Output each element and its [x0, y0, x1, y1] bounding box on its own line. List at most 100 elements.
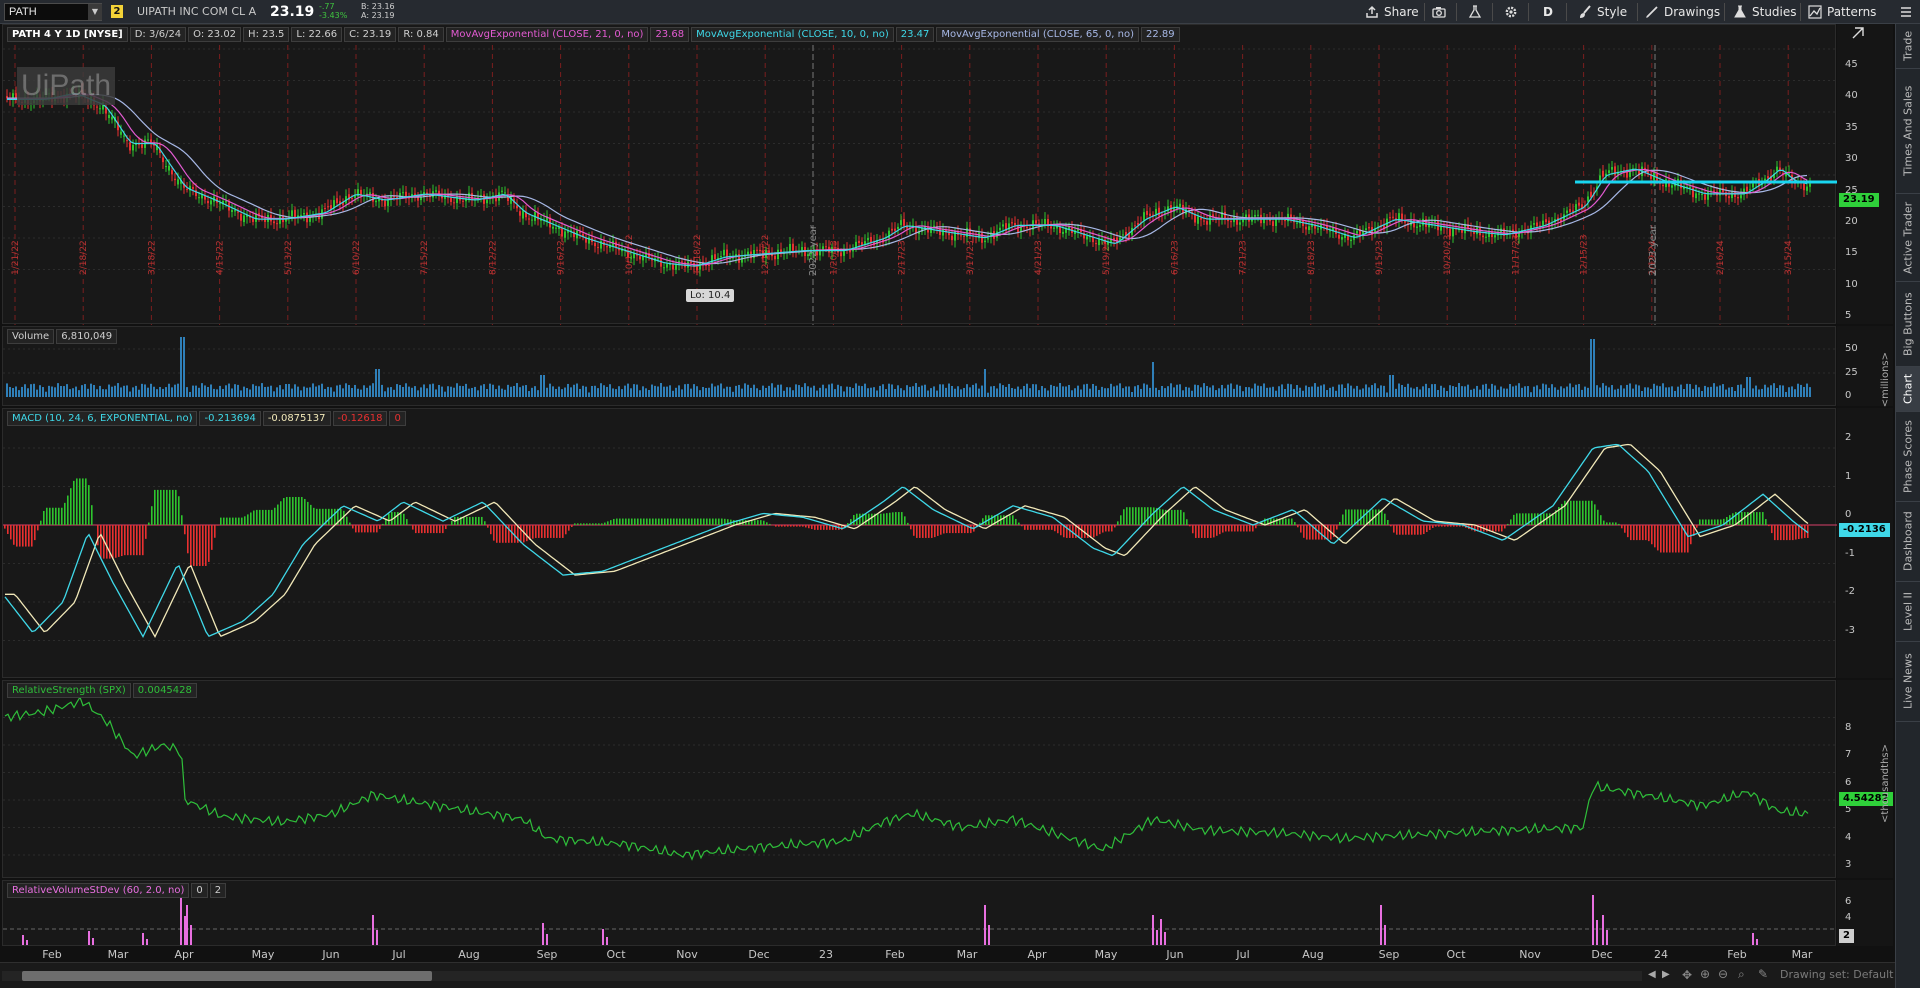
tab-active-trader[interactable]: Active Trader [1896, 194, 1920, 282]
relative-volume-pane[interactable]: RelativeVolumeStDev (60, 2.0, no) 0 2 [2, 880, 1837, 946]
volume-pane[interactable]: Volume 6,810,049 [2, 326, 1837, 406]
volume-bar [648, 390, 650, 397]
volume-bar [1596, 385, 1598, 397]
chart-area[interactable]: 1/21/22 2/18/22 3/18/22 4/15/22 5/13/22 6/10/… [0, 24, 1895, 962]
studies-button[interactable]: Studies [1733, 3, 1797, 21]
lab-button[interactable] [1468, 3, 1482, 21]
tab-level-ii[interactable]: Level II [1896, 582, 1920, 642]
macd-histogram-bar [793, 525, 795, 527]
price-axis[interactable]: 45 40 35 30 25 20 15 10 5 [1837, 24, 1893, 324]
macd-axis[interactable]: 2 1 0 -1 -2 -3 [1837, 408, 1893, 678]
candle-body [1230, 221, 1232, 223]
symbol-dropdown-icon[interactable]: ▼ [88, 4, 102, 20]
volume-bar [966, 384, 968, 397]
magnifier-icon[interactable]: ⌕ [1738, 967, 1745, 982]
snapshot-button[interactable] [1432, 3, 1446, 21]
volume-bar [504, 389, 506, 397]
volume-bar [1644, 387, 1646, 397]
rvs-label[interactable]: RelativeVolumeStDev (60, 2.0, no) [7, 883, 190, 898]
price-pane[interactable]: 1/21/22 2/18/22 3/18/22 4/15/22 5/13/22 6/10/… [2, 24, 1837, 325]
chart-title[interactable]: PATH 4 Y 1D [NYSE] [7, 27, 128, 42]
pencil-icon [1646, 6, 1658, 18]
patterns-button[interactable]: Patterns [1808, 3, 1876, 21]
link-group-badge[interactable]: 2 [111, 5, 123, 18]
axis-collapse-icon[interactable] [1851, 26, 1867, 40]
time-scrollbar[interactable] [2, 971, 1642, 981]
macd-histogram-bar [853, 515, 855, 525]
volume-bar [141, 383, 143, 397]
tab-trade[interactable]: Trade [1896, 24, 1920, 69]
tab-chart[interactable]: Chart [1896, 367, 1920, 412]
volume-bar [1272, 386, 1274, 397]
macd-pane[interactable]: MACD (10, 24, 6, EXPONENTIAL, no) -0.213… [2, 408, 1837, 678]
candle-body [690, 261, 692, 264]
tab-phase-scores[interactable]: Phase Scores [1896, 412, 1920, 502]
volume-bar [642, 386, 644, 397]
volume-bar [222, 388, 224, 397]
macd-label[interactable]: MACD (10, 24, 6, EXPONENTIAL, no) [7, 411, 198, 426]
ema10-label[interactable]: MovAvgExponential (CLOSE, 10, 0, no) [691, 27, 894, 42]
settings-button[interactable] [1504, 3, 1518, 21]
tab-live-news[interactable]: Live News [1896, 642, 1920, 722]
macd-histogram-bar [1027, 525, 1029, 530]
volume-bar [417, 390, 419, 397]
candle-body [1158, 207, 1160, 216]
macd-histogram-bar [118, 525, 120, 557]
drawings-button[interactable]: Drawings [1645, 3, 1720, 21]
volume-bar [1572, 387, 1574, 397]
change-percent: -3.43% [319, 11, 348, 20]
macd-histogram-bar [241, 517, 243, 525]
volume-bar [975, 383, 977, 397]
scroll-left-icon[interactable]: ◀ [1648, 969, 1656, 980]
volume-bar [1746, 377, 1748, 397]
volume-pane-header: Volume 6,810,049 [7, 329, 119, 344]
zoom-out-icon[interactable]: ⊖ [1718, 967, 1728, 981]
menu-button[interactable] [1899, 3, 1913, 21]
macd-histogram-bar [22, 525, 24, 547]
macd-histogram-bar [946, 525, 948, 534]
period-button[interactable]: D [1543, 3, 1553, 21]
zoom-in-icon[interactable]: ⊕ [1700, 967, 1710, 981]
candle-body [456, 195, 458, 203]
macd-histogram-bar [124, 525, 126, 556]
macd-histogram-bar [595, 523, 597, 525]
volume-bar [1440, 385, 1442, 397]
volume-bar [447, 386, 449, 397]
candle-body [171, 170, 173, 175]
volume-bar [720, 383, 722, 397]
tab-times-and-sales[interactable]: Times And Sales [1896, 69, 1920, 194]
volume-bar [348, 385, 350, 397]
ema65-label[interactable]: MovAvgExponential (CLOSE, 65, 0, no) [936, 27, 1140, 42]
macd-histogram-bar [1501, 525, 1503, 532]
macd-histogram-bar [283, 498, 285, 525]
drawing-set-label[interactable]: Drawing set: Default [1780, 968, 1893, 981]
scrollbar-thumb[interactable] [22, 971, 432, 981]
tab-dashboard[interactable]: Dashboard [1896, 502, 1920, 582]
rs-label[interactable]: RelativeStrength (SPX) [7, 683, 131, 698]
time-axis[interactable]: Feb Mar Apr May Jun Jul Aug Sep Oct Nov Dec 23 Feb Ma… [2, 948, 1836, 962]
studies-label: Studies [1752, 5, 1797, 19]
scroll-right-icon[interactable]: ▶ [1662, 969, 1670, 980]
volume-bar [1725, 389, 1727, 397]
volume-label[interactable]: Volume [7, 329, 55, 344]
pencil-small-icon[interactable]: ✎ [1758, 967, 1768, 981]
volume-bar [294, 384, 296, 397]
rs-units: <thousandths> [1880, 744, 1891, 823]
volume-bar [1299, 387, 1301, 397]
relative-strength-pane[interactable]: RelativeStrength (SPX) 0.0045428 [2, 680, 1837, 878]
style-button[interactable]: Style [1578, 3, 1627, 21]
tab-big-buttons[interactable]: Big Buttons [1896, 282, 1920, 367]
volume-bar [543, 375, 545, 397]
volume-bar [483, 384, 485, 397]
volume-bar [1695, 384, 1697, 397]
volume-bar [1785, 391, 1787, 397]
pan-icon[interactable]: ✥ [1682, 968, 1692, 982]
macd-histogram-bar [148, 522, 150, 525]
volume-bar [546, 387, 548, 397]
macd-histogram-bar [646, 518, 648, 525]
share-button[interactable]: Share [1365, 3, 1419, 21]
macd-histogram-bar [610, 520, 612, 525]
ema21-label[interactable]: MovAvgExponential (CLOSE, 21, 0, no) [445, 27, 649, 42]
volume-bar [81, 385, 83, 397]
macd-histogram-bar [244, 516, 246, 525]
